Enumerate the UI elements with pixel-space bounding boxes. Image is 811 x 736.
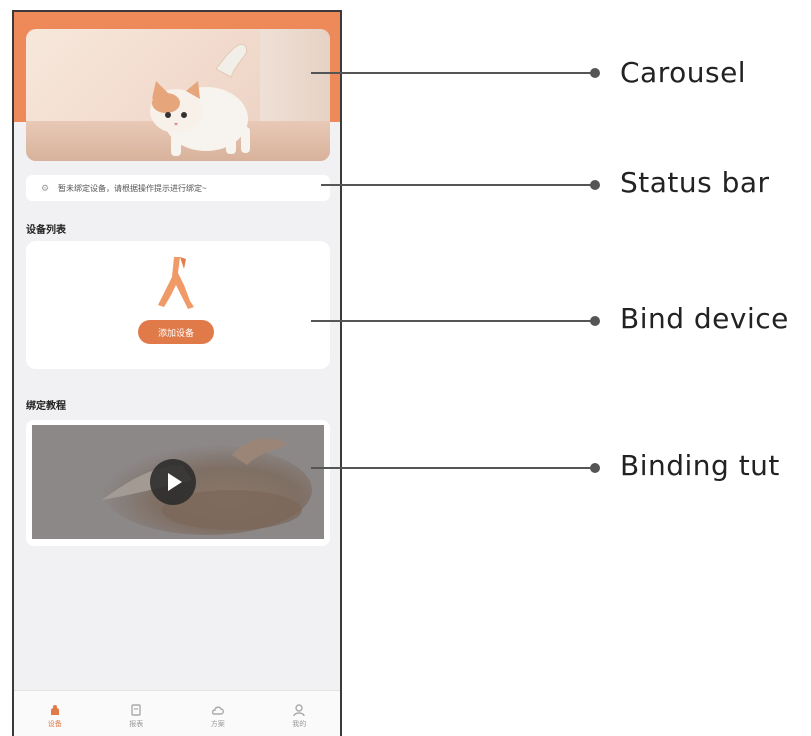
device-legs-icon bbox=[158, 257, 194, 309]
play-icon bbox=[168, 473, 182, 491]
status-bar: ⚙ 暂未绑定设备，请根据操作提示进行绑定~ bbox=[26, 175, 330, 201]
tutorial-video-card[interactable] bbox=[26, 420, 330, 546]
tab-label: 我的 bbox=[292, 721, 307, 728]
tutorial-title: 绑定教程 bbox=[26, 401, 66, 412]
tab-report[interactable]: 报表 bbox=[96, 691, 178, 736]
tutorial-callout-label: Binding tut bbox=[620, 449, 780, 482]
phone-screen: ⚙ 暂未绑定设备，请根据操作提示进行绑定~ 设备列表 添加设备 绑定教程 设备 … bbox=[12, 10, 342, 736]
tab-label: 报表 bbox=[129, 721, 144, 728]
carousel-callout-label: Carousel bbox=[620, 56, 747, 89]
tutorial-callout-dot bbox=[590, 463, 600, 473]
tab-label: 设备 bbox=[47, 721, 62, 728]
status-callout-line bbox=[321, 184, 597, 186]
device-list-title: 设备列表 bbox=[26, 225, 66, 236]
notice-icon: ⚙ bbox=[40, 182, 50, 193]
profile-icon bbox=[293, 704, 305, 717]
tab-label: 方案 bbox=[210, 721, 225, 728]
kitten-image bbox=[150, 43, 250, 156]
bind-device-card: 添加设备 bbox=[26, 241, 330, 369]
tutorial-callout-line bbox=[311, 467, 597, 469]
add-device-button[interactable]: 添加设备 bbox=[138, 320, 214, 344]
bind-callout-dot bbox=[590, 316, 600, 326]
tab-profile[interactable]: 我的 bbox=[259, 691, 341, 736]
carousel-callout-dot bbox=[590, 68, 600, 78]
play-button[interactable] bbox=[150, 459, 196, 505]
carousel-callout-line bbox=[311, 72, 597, 74]
tab-device[interactable]: 设备 bbox=[14, 691, 96, 736]
bind-callout-label: Bind device bbox=[620, 302, 789, 335]
bind-callout-line bbox=[311, 320, 597, 322]
device-icon bbox=[50, 705, 59, 715]
status-text: 暂未绑定设备，请根据操作提示进行绑定~ bbox=[58, 183, 207, 193]
status-callout-label: Status bar bbox=[620, 166, 770, 199]
report-icon bbox=[131, 704, 141, 716]
bottom-tab-bar: 设备 报表 方案 我的 bbox=[14, 690, 340, 736]
status-callout-dot bbox=[590, 180, 600, 190]
tab-plan[interactable]: 方案 bbox=[177, 691, 259, 736]
tutorial-video[interactable] bbox=[32, 425, 324, 539]
cloud-icon bbox=[211, 706, 224, 715]
carousel-banner[interactable] bbox=[26, 29, 330, 161]
